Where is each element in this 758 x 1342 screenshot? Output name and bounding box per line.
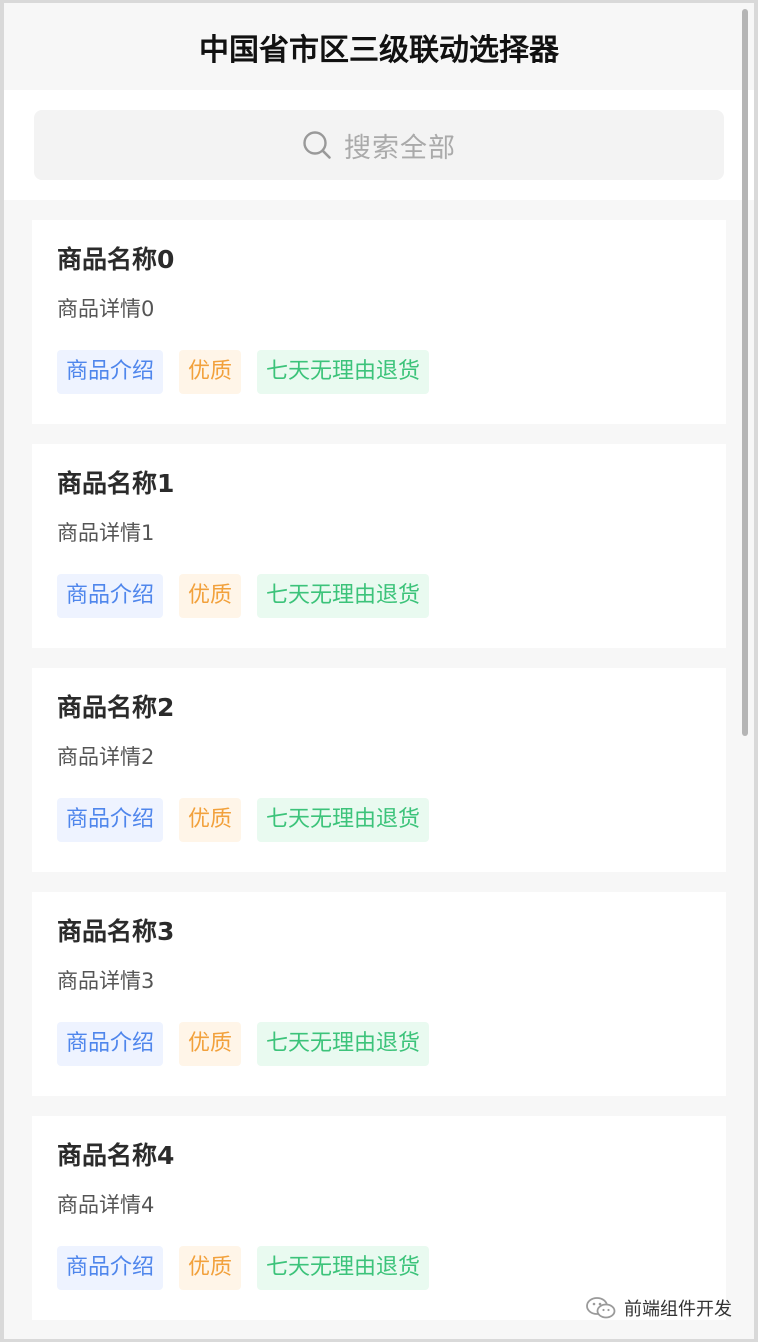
tag-intro: 商品介绍 <box>57 350 164 394</box>
product-title: 商品名称2 <box>57 693 175 722</box>
product-desc: 商品详情2 <box>57 745 155 769</box>
tag-quality: 优质 <box>179 1022 242 1066</box>
tag-return-policy: 七天无理由退货 <box>257 1022 430 1066</box>
scrollbar[interactable] <box>742 9 748 736</box>
search-icon <box>302 130 332 160</box>
tag-intro: 商品介绍 <box>57 1022 164 1066</box>
tag-quality: 优质 <box>179 574 242 618</box>
product-title: 商品名称0 <box>57 245 175 274</box>
product-desc: 商品详情1 <box>57 521 155 545</box>
tag-quality: 优质 <box>179 798 242 842</box>
watermark: 前端组件开发 <box>586 1295 732 1321</box>
product-card[interactable]: 商品名称4 商品详情4 商品介绍 优质 七天无理由退货 <box>32 1116 726 1320</box>
tag-list: 商品介绍 优质 七天无理由退货 <box>57 798 701 842</box>
product-title: 商品名称3 <box>57 917 175 946</box>
product-desc: 商品详情0 <box>57 297 155 321</box>
product-list: 商品名称0 商品详情0 商品介绍 优质 七天无理由退货 商品名称1 商品详情1 … <box>4 200 754 1320</box>
tag-intro: 商品介绍 <box>57 1246 164 1290</box>
tag-list: 商品介绍 优质 七天无理由退货 <box>57 574 701 618</box>
product-card[interactable]: 商品名称1 商品详情1 商品介绍 优质 七天无理由退货 <box>32 444 726 648</box>
tag-list: 商品介绍 优质 七天无理由退货 <box>57 1246 701 1290</box>
product-card[interactable]: 商品名称0 商品详情0 商品介绍 优质 七天无理由退货 <box>32 220 726 424</box>
page-title: 中国省市区三级联动选择器 <box>199 32 559 68</box>
tag-return-policy: 七天无理由退货 <box>257 1246 430 1290</box>
product-title: 商品名称4 <box>57 1141 175 1170</box>
search-bar: 搜索全部 <box>4 90 754 200</box>
tag-return-policy: 七天无理由退货 <box>257 350 430 394</box>
search-placeholder: 搜索全部 <box>344 132 456 164</box>
product-card[interactable]: 商品名称2 商品详情2 商品介绍 优质 七天无理由退货 <box>32 668 726 872</box>
tag-list: 商品介绍 优质 七天无理由退货 <box>57 1022 701 1066</box>
product-desc: 商品详情3 <box>57 969 155 993</box>
tag-intro: 商品介绍 <box>57 574 164 618</box>
tag-intro: 商品介绍 <box>57 798 164 842</box>
wechat-icon <box>586 1297 616 1319</box>
tag-list: 商品介绍 优质 七天无理由退货 <box>57 350 701 394</box>
search-input[interactable]: 搜索全部 <box>34 110 724 180</box>
product-card[interactable]: 商品名称3 商品详情3 商品介绍 优质 七天无理由退货 <box>32 892 726 1096</box>
navbar: 中国省市区三级联动选择器 <box>4 3 754 90</box>
product-title: 商品名称1 <box>57 469 175 498</box>
product-desc: 商品详情4 <box>57 1193 155 1217</box>
phone-screen: 中国省市区三级联动选择器 搜索全部 商品名称0 商品详情0 商品介绍 优质 七天… <box>4 3 754 1339</box>
tag-return-policy: 七天无理由退货 <box>257 798 430 842</box>
watermark-text: 前端组件开发 <box>624 1299 732 1320</box>
tag-quality: 优质 <box>179 350 242 394</box>
tag-quality: 优质 <box>179 1246 242 1290</box>
tag-return-policy: 七天无理由退货 <box>257 574 430 618</box>
